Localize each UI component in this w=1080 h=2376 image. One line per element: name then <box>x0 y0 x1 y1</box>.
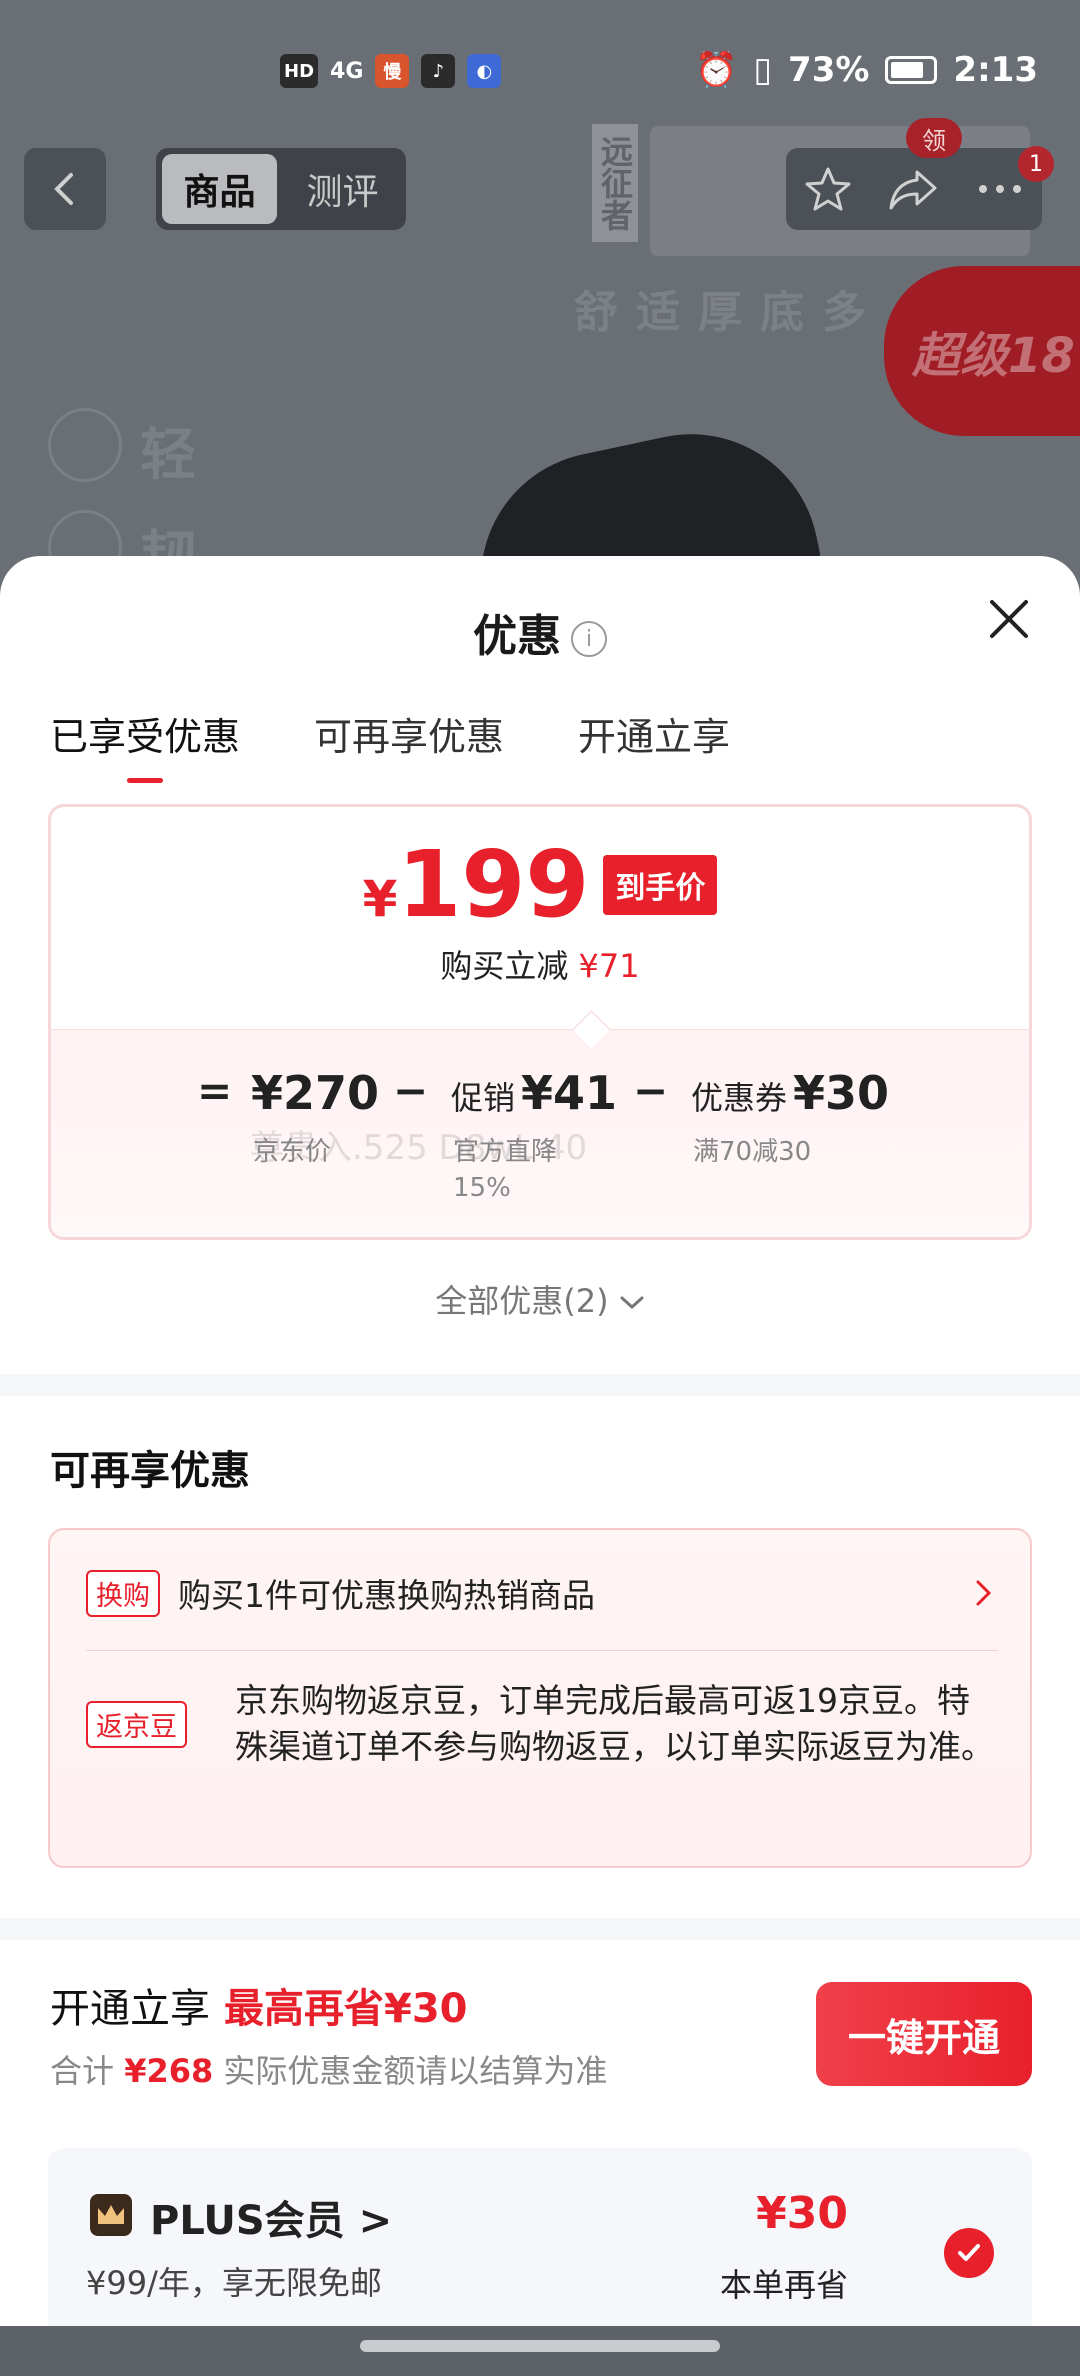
coupon-label: 优惠券 <box>691 1079 788 1117</box>
total-note: 实际优惠金额请以结算为准 <box>223 2052 608 2090</box>
price-formula: = ¥270 京东价 − 促销 ¥41 官方直降 15% − 优惠券 ¥30 满70减… <box>51 1066 1029 1203</box>
final-price-row: ¥199 到手价 <box>51 839 1029 931</box>
app-notification-icon-2: ◐ <box>467 54 502 88</box>
notification-count-badge: 1 <box>1018 146 1054 182</box>
tab-more-offers[interactable]: 可再享优惠 <box>314 706 504 783</box>
clock: 2:13 <box>953 50 1038 90</box>
instant-discount-label: 购买立减 <box>440 947 569 985</box>
equals-sign: = <box>197 1066 233 1115</box>
promo-detail-line1: 官方直降 <box>453 1137 558 1167</box>
section-divider <box>0 1374 1080 1396</box>
instant-discount-value: ¥71 <box>578 947 640 985</box>
product-tabs: 商品 测评 <box>156 148 406 230</box>
tiktok-icon: ♪ <box>421 54 456 88</box>
tab-review[interactable]: 测评 <box>285 154 400 224</box>
product-page-background: HD 4G 慢 ♪ ◐ ⏰ ▯ 73% 2:13 商品 测评 远征者 舒适厚底多… <box>0 0 1080 600</box>
app-notification-icon: 慢 <box>375 54 410 88</box>
info-icon[interactable]: i <box>571 621 607 657</box>
final-price-section: ¥199 到手价 购买立减 ¥71 <box>51 807 1029 1029</box>
crown-icon <box>90 2194 132 2236</box>
extra-offers-title: 可再享优惠 <box>50 1448 250 1494</box>
all-offers-label: 全部优惠(2) <box>435 1282 609 1320</box>
trade-in-offer-row[interactable]: 换购 购买1件可优惠换购热销商品 <box>86 1568 998 1618</box>
sheet-title-text: 优惠 <box>473 611 561 662</box>
tab-enjoyed-offers[interactable]: 已享受优惠 <box>50 706 240 783</box>
final-price-value: 199 <box>397 831 590 938</box>
feature-icon-light <box>48 408 122 482</box>
plus-save-label: 本单再省 <box>719 2266 848 2304</box>
jd-beans-tag: 返京豆 <box>86 1700 187 1748</box>
chevron-left-icon <box>54 173 73 205</box>
extra-offers-divider <box>86 1650 998 1651</box>
sheet-title: 优惠 i <box>0 600 1080 664</box>
final-price: ¥199 <box>363 839 590 931</box>
plus-membership-card[interactable]: PLUS会员 > ¥99/年，享无限免邮 ¥30 本单再省 <box>48 2148 1032 2326</box>
more-icon[interactable] <box>975 179 1025 199</box>
minus-sign-1: − <box>393 1066 429 1115</box>
final-price-currency: ¥ <box>362 870 398 928</box>
jd-price-label: 京东价 <box>253 1137 332 1167</box>
top-right-actions <box>786 148 1042 230</box>
trade-in-text: 购买1件可优惠换购热销商品 <box>178 1576 595 1615</box>
chevron-down-icon <box>620 1296 644 1310</box>
promo-amount: 促销 ¥41 <box>451 1066 617 1120</box>
home-indicator[interactable] <box>360 2340 720 2352</box>
alarm-icon: ⏰ <box>694 50 738 90</box>
minus-sign-2: − <box>633 1066 669 1115</box>
final-price-tag: 到手价 <box>603 855 718 915</box>
status-bar-right: ⏰ ▯ 73% 2:13 <box>695 50 1038 90</box>
share-icon[interactable] <box>887 164 941 214</box>
system-home-bar <box>0 2326 1080 2376</box>
section-divider-2 <box>0 1918 1080 1940</box>
promo-value: ¥41 <box>521 1066 618 1120</box>
hero-subtitle: 舒适厚底多 <box>574 287 884 338</box>
feature-label-light: 轻 <box>140 423 196 488</box>
close-icon[interactable] <box>986 596 1032 642</box>
coupon-detail: 满70减30 <box>693 1137 812 1167</box>
vibrate-icon: ▯ <box>753 50 773 90</box>
open-offers-title: 开通立享 最高再省¥30 <box>50 1976 468 2034</box>
price-breakdown-card: ¥199 到手价 购买立减 ¥71 = ¥270 京东价 − 促销 ¥41 官方直… <box>48 804 1032 1240</box>
instant-discount: 购买立减 ¥71 <box>51 941 1029 987</box>
trade-in-tag: 换购 <box>86 1569 160 1617</box>
plus-membership-desc: ¥99/年，享无限免邮 <box>86 2264 382 2302</box>
coupon-badge[interactable]: 领 <box>906 118 962 158</box>
plus-membership-name[interactable]: PLUS会员 > <box>150 2188 392 2246</box>
promo-label: 促销 <box>451 1079 516 1117</box>
checkmark-icon[interactable] <box>944 2228 994 2278</box>
battery-percent: 73% <box>788 50 870 90</box>
star-icon[interactable] <box>803 164 853 214</box>
status-bar-left: HD 4G 慢 ♪ ◐ <box>280 54 502 88</box>
plus-save-value: ¥30 <box>756 2188 848 2239</box>
all-offers-toggle[interactable]: 全部优惠(2) <box>0 1276 1080 1322</box>
tab-goods[interactable]: 商品 <box>162 154 277 224</box>
hd-indicator: HD <box>280 54 319 88</box>
total-value: ¥268 <box>124 2052 214 2090</box>
promo-detail: 官方直降 15% <box>453 1134 557 1206</box>
open-offers-highlight: 最高再省¥30 <box>224 1986 468 2032</box>
extra-offers-card: 换购 购买1件可优惠换购热销商品 返京豆 京东购物返京豆，订单完成后最高可返19… <box>48 1528 1032 1868</box>
battery-icon <box>885 56 938 84</box>
offers-tabs: 已享受优惠 可再享优惠 开通立享 <box>50 706 730 783</box>
jd-beans-offer-row: 返京豆 京东购物返京豆，订单完成后最高可返19京豆。特殊渠道订单不参与购物返豆，… <box>86 1678 998 1770</box>
open-offers-total: 合计 ¥268 实际优惠金额请以结算为准 <box>50 2046 607 2092</box>
price-formula-section: = ¥270 京东价 − 促销 ¥41 官方直降 15% − 优惠券 ¥30 满70减… <box>51 1029 1029 1237</box>
hero-vertical-text: 远征者 <box>592 124 638 242</box>
back-button[interactable] <box>24 148 106 230</box>
coupon-value: ¥30 <box>793 1066 890 1120</box>
one-click-open-button[interactable]: 一键开通 <box>816 1982 1032 2086</box>
tab-open-offers[interactable]: 开通立享 <box>578 706 730 783</box>
offers-sheet: 优惠 i 已享受优惠 可再享优惠 开通立享 ¥199 到手价 购买立减 ¥71 =… <box>0 556 1080 2326</box>
network-indicator: 4G <box>330 58 364 84</box>
chevron-right-icon <box>976 1580 992 1606</box>
promo-detail-line2: 15% <box>453 1173 511 1203</box>
jd-beans-text: 京东购物返京豆，订单完成后最高可返19京豆。特殊渠道订单不参与购物返豆，以订单实… <box>235 1681 994 1766</box>
open-offers-title-text: 开通立享 <box>50 1986 210 2032</box>
hero-promo-badge: 超级18 <box>884 266 1080 436</box>
coupon-amount: 优惠券 ¥30 <box>691 1066 889 1120</box>
total-label: 合计 <box>50 2052 115 2090</box>
jd-price-value: ¥270 <box>251 1066 380 1120</box>
